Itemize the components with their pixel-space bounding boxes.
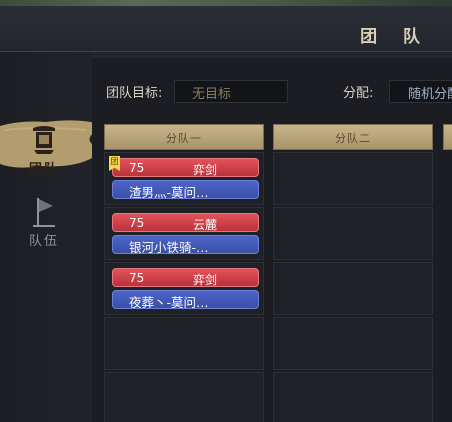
sidebar-item-team[interactable]: 团队 <box>14 124 74 184</box>
member-class: 弈剑 <box>193 273 218 287</box>
member-slot[interactable]: 75 弈剑 夜葬丶-莫问… <box>104 262 264 315</box>
member-class: 云麓 <box>193 218 218 232</box>
member-level: 75 <box>129 271 145 285</box>
empty-slot[interactable] <box>104 372 264 422</box>
member-class: 弈剑 <box>193 163 218 177</box>
sidebar-item-party[interactable]: 队伍 <box>14 196 74 256</box>
team-settings: 团队目标: 无目标 分配: 随机分配 <box>92 72 452 112</box>
group-column-3 <box>443 124 452 422</box>
member-name: 渣男灬-莫问… <box>112 180 259 199</box>
member-slot[interactable]: 75 云麓 银河小铁骑-… <box>104 207 264 260</box>
team-banner-icon <box>29 124 59 156</box>
empty-slot[interactable] <box>273 372 433 422</box>
sidebar-item-label: 队伍 <box>28 234 59 249</box>
member-name: 夜葬丶-莫问… <box>112 290 259 309</box>
allocation-select[interactable]: 随机分配 <box>389 80 452 103</box>
group-header <box>443 124 452 150</box>
party-flag-icon <box>29 196 59 228</box>
team-goal-label: 团队目标: <box>106 86 163 101</box>
allocation-label: 分配: <box>343 86 374 101</box>
window-title: 团 队 <box>360 27 430 47</box>
team-goal-field[interactable]: 无目标 <box>174 80 288 103</box>
empty-slot[interactable] <box>273 207 433 260</box>
member-level-bar: 75 云麓 <box>112 213 259 232</box>
member-card[interactable]: 75 云麓 银河小铁骑-… <box>112 213 259 254</box>
member-card[interactable]: 75 弈剑 夜葬丶-莫问… <box>112 268 259 309</box>
member-level: 75 <box>129 216 145 230</box>
sidebar-item-label: 团队 <box>28 162 59 177</box>
member-name: 银河小铁骑-… <box>112 235 259 254</box>
empty-slot[interactable] <box>273 152 433 205</box>
title-bar: 团 队 <box>0 6 452 52</box>
empty-slot[interactable] <box>273 262 433 315</box>
member-card[interactable]: 75 弈剑 渣男灬-莫问… 团 <box>109 156 259 199</box>
member-slot[interactable]: 75 弈剑 渣男灬-莫问… 团 <box>104 152 264 205</box>
group-column-2: 分队二 <box>273 124 433 422</box>
group-column-1: 分队一 75 弈剑 渣男灬-莫问… 团 75 云麓 银河小铁骑-… 75 弈剑 … <box>104 124 264 422</box>
member-level: 75 <box>129 161 145 175</box>
group-header: 分队一 <box>104 124 264 150</box>
member-level-bar: 75 弈剑 <box>112 268 259 287</box>
member-level-bar: 75 弈剑 <box>112 158 259 177</box>
group-header: 分队二 <box>273 124 433 150</box>
empty-slot[interactable] <box>104 317 264 370</box>
empty-slot[interactable] <box>273 317 433 370</box>
